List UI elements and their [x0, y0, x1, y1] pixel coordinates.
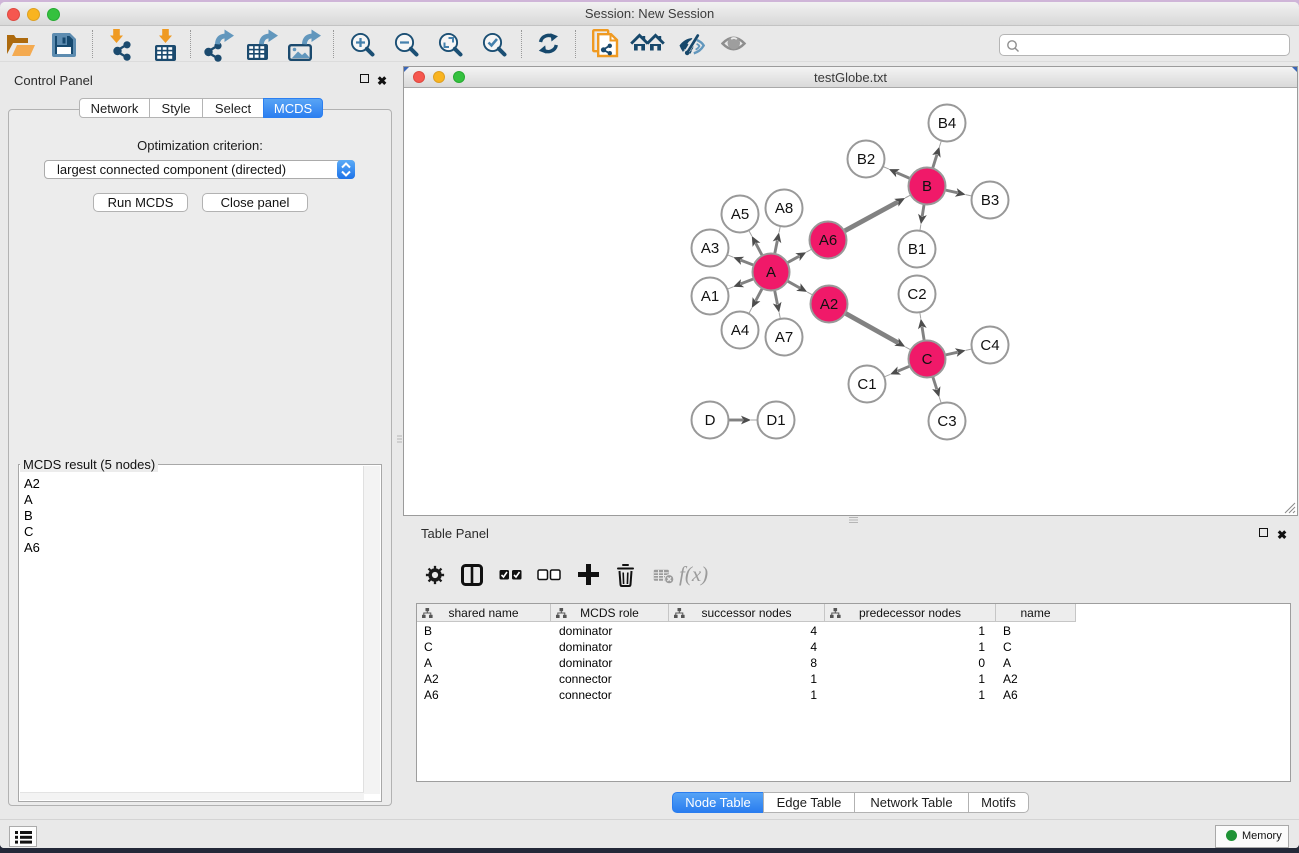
svg-text:A8: A8: [775, 200, 793, 217]
svg-text:A6: A6: [819, 232, 837, 249]
svg-text:A7: A7: [775, 329, 793, 346]
svg-text:C2: C2: [907, 286, 926, 303]
svg-text:B2: B2: [857, 151, 875, 168]
svg-text:B3: B3: [981, 192, 999, 209]
svg-text:A3: A3: [701, 240, 719, 257]
svg-text:C3: C3: [937, 413, 956, 430]
svg-text:C1: C1: [857, 376, 876, 393]
svg-text:A2: A2: [820, 296, 838, 313]
svg-text:B: B: [922, 178, 932, 195]
svg-text:A5: A5: [731, 206, 749, 223]
svg-text:A: A: [766, 264, 776, 281]
svg-text:A1: A1: [701, 288, 719, 305]
svg-text:A4: A4: [731, 322, 749, 339]
svg-text:C4: C4: [980, 337, 999, 354]
svg-text:B1: B1: [908, 241, 926, 258]
svg-text:D1: D1: [766, 412, 785, 429]
svg-text:C: C: [922, 351, 933, 368]
svg-text:B4: B4: [938, 115, 956, 132]
svg-text:D: D: [705, 412, 716, 429]
